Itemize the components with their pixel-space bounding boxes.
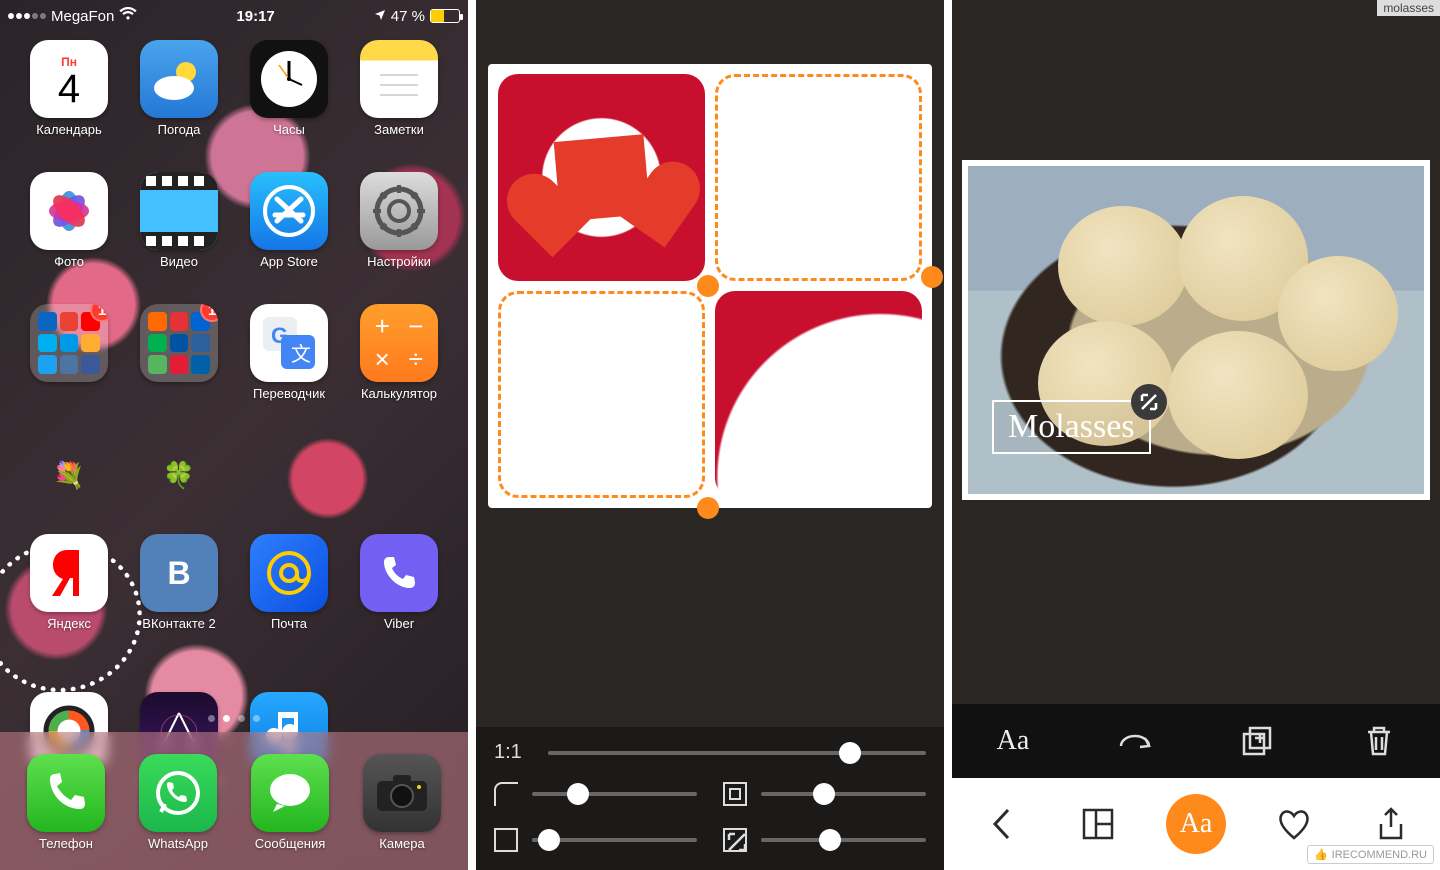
photo-canvas[interactable]: Molasses	[962, 160, 1430, 500]
yandex-icon	[30, 534, 108, 612]
delete-button[interactable]	[1347, 717, 1411, 765]
collage-canvas[interactable]	[488, 64, 932, 508]
carrier-label: MegaFon	[51, 8, 114, 25]
scale-slider[interactable]	[761, 838, 926, 842]
app-appstore[interactable]: App Store	[234, 172, 344, 304]
app-folder-1[interactable]: 1	[14, 304, 124, 436]
status-bar: MegaFon 19:17 47 %	[0, 0, 468, 32]
font-button[interactable]: Aa	[981, 717, 1045, 765]
text-overlay[interactable]: Molasses	[992, 400, 1151, 454]
cookie-3	[1278, 256, 1398, 371]
dock-whatsapp[interactable]: WhatsApp	[139, 754, 217, 851]
border-thickness-icon	[723, 782, 747, 806]
battery-icon	[430, 9, 460, 23]
resize-handle-bottom[interactable]	[697, 497, 719, 519]
signal-dots	[8, 13, 46, 19]
app-translate[interactable]: G文 Переводчик	[234, 304, 344, 436]
appstore-icon	[250, 172, 328, 250]
watermark: 👍 IRECOMMEND.RU	[1307, 845, 1434, 864]
folder-icon: 1	[30, 304, 108, 382]
svg-text:文: 文	[291, 343, 311, 366]
slider-panel: 1:1	[476, 727, 944, 870]
app-settings[interactable]: Настройки	[344, 172, 454, 304]
text-editor: molasses Molasses Aa	[952, 0, 1440, 870]
ios-home-screen: MegaFon 19:17 47 % Пн 4 Календарь	[0, 0, 468, 870]
notes-icon	[360, 40, 438, 118]
app-notes[interactable]: Заметки	[344, 40, 454, 172]
collage-cell-4[interactable]	[715, 291, 922, 498]
heart-cookie	[553, 134, 650, 222]
folder-icon: 1	[140, 304, 218, 382]
location-icon	[374, 8, 386, 25]
resize-handle-icon[interactable]	[1131, 384, 1167, 420]
cookie-1	[1058, 206, 1188, 326]
vk-icon: В	[140, 534, 218, 612]
translate-icon: G文	[250, 304, 328, 382]
gear-icon	[360, 172, 438, 250]
spacing-slider[interactable]	[532, 838, 697, 842]
calendar-icon: Пн 4	[30, 40, 108, 118]
app-videos[interactable]: Видео	[124, 172, 234, 304]
app-folder-2[interactable]: 1	[124, 304, 234, 436]
dock-camera[interactable]: Камера	[363, 754, 441, 851]
scale-icon	[723, 828, 747, 852]
rotate-button[interactable]	[1103, 717, 1167, 765]
videos-icon	[140, 172, 218, 250]
page-indicator[interactable]	[0, 709, 468, 728]
photos-icon	[30, 172, 108, 250]
app-photos[interactable]: Фото	[14, 172, 124, 304]
svg-text:G: G	[271, 323, 288, 348]
wifi-icon	[119, 7, 137, 25]
resize-handle-right[interactable]	[921, 266, 943, 288]
back-button[interactable]	[971, 794, 1031, 854]
weather-icon	[140, 40, 218, 118]
dock: Телефон WhatsApp Сообщения Камера	[0, 732, 468, 870]
aspect-label: 1:1	[494, 741, 532, 764]
camera-icon	[363, 754, 441, 832]
resize-handle-center[interactable]	[697, 275, 719, 297]
corner-radius-slider[interactable]	[532, 792, 697, 796]
clover-icon: 🍀	[140, 436, 218, 514]
calculator-icon: +− ×÷	[360, 304, 438, 382]
viber-icon	[360, 534, 438, 612]
cookie-5	[1168, 331, 1308, 459]
text-tool-button[interactable]: Aa	[1166, 794, 1226, 854]
clock-time: 19:17	[137, 8, 373, 25]
dock-phone[interactable]: Телефон	[27, 754, 105, 851]
app-calendar[interactable]: Пн 4 Календарь	[14, 40, 124, 172]
bouquet-icon: 💐	[30, 436, 108, 514]
collage-editor: 1:1	[476, 0, 944, 870]
app-mail[interactable]: Почта	[234, 534, 344, 700]
collage-cell-3[interactable]	[498, 291, 705, 498]
whatsapp-icon	[139, 754, 217, 832]
border-thickness-slider[interactable]	[761, 792, 926, 796]
mail-icon	[250, 534, 328, 612]
messages-icon	[251, 754, 329, 832]
layout-button[interactable]	[1068, 794, 1128, 854]
app-vk[interactable]: В ВКонтакте 2	[124, 534, 234, 700]
app-yandex[interactable]: Яндекс	[14, 534, 124, 700]
spacing-icon	[494, 828, 518, 852]
battery-pct: 47 %	[391, 8, 425, 25]
text-toolbar: Aa	[952, 704, 1440, 778]
app-viber[interactable]: Viber	[344, 534, 454, 700]
phone-icon	[27, 754, 105, 832]
app-weather[interactable]: Погода	[124, 40, 234, 172]
collage-cell-2[interactable]	[715, 74, 922, 281]
corner-radius-icon	[494, 782, 518, 806]
duplicate-button[interactable]	[1225, 717, 1289, 765]
clock-icon	[250, 40, 328, 118]
caption-tag: molasses	[1377, 0, 1440, 16]
aspect-slider[interactable]	[548, 751, 926, 755]
app-calculator[interactable]: +− ×÷ Калькулятор	[344, 304, 454, 436]
collage-cell-1[interactable]	[498, 74, 705, 281]
app-clock[interactable]: Часы	[234, 40, 344, 172]
thumbs-up-icon: 👍	[1314, 848, 1328, 861]
aspect-slider-row: 1:1	[494, 741, 926, 764]
dock-messages[interactable]: Сообщения	[251, 754, 329, 851]
